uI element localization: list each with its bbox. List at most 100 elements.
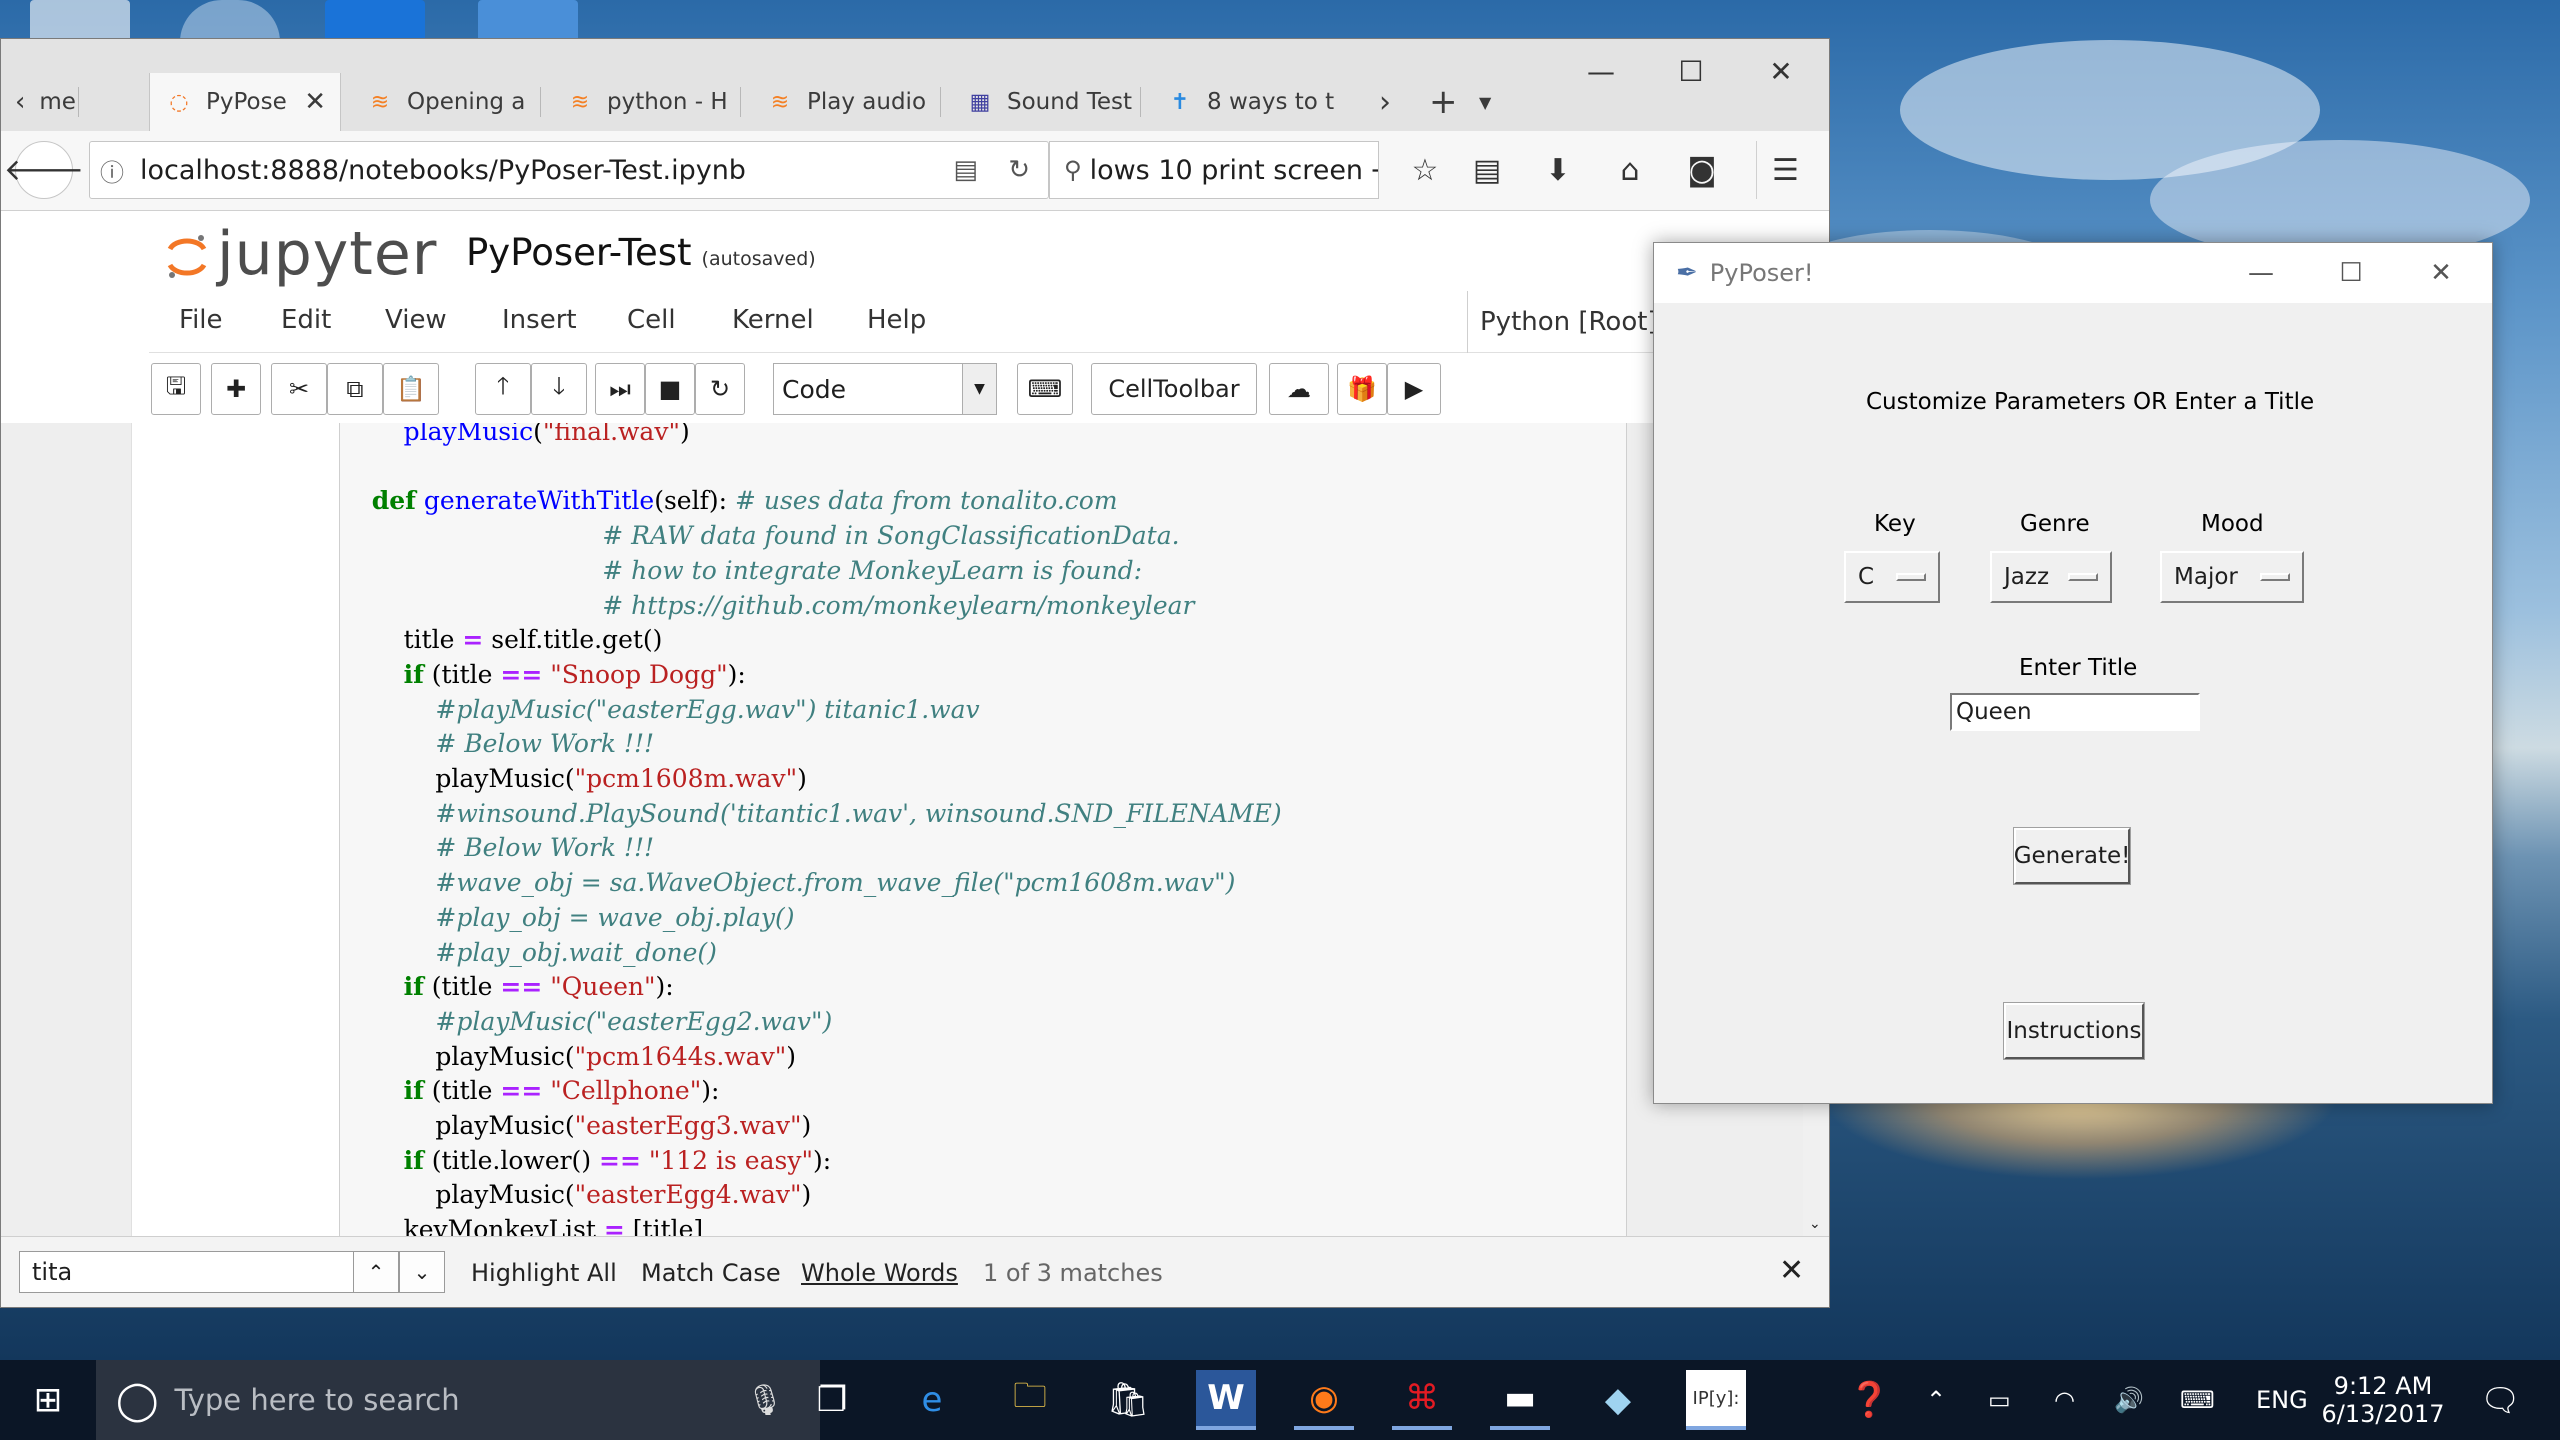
find-next-button[interactable]: ⌄	[399, 1251, 445, 1293]
cut-button[interactable]: ✂	[271, 363, 327, 415]
go-arrow-icon[interactable]: →	[1371, 155, 1378, 186]
insert-cell-button[interactable]: ✚	[211, 363, 261, 415]
tab-python[interactable]: ≋ python - H	[551, 73, 741, 131]
close-find-button[interactable]: ✕	[1779, 1253, 1804, 1288]
tab-play-audio[interactable]: ≋ Play audio	[751, 73, 941, 131]
menu-insert[interactable]: Insert	[502, 305, 577, 335]
run-button[interactable]: ⏭	[595, 363, 645, 415]
key-select[interactable]: C	[1844, 551, 1940, 603]
menu-kernel[interactable]: Kernel	[732, 305, 814, 335]
command-palette-button[interactable]: ⌨	[1017, 363, 1073, 415]
desktop-app-icon[interactable]	[180, 0, 280, 42]
code-cell[interactable]: playMusic("final.wav") def generateWithT…	[131, 423, 1627, 1236]
home-button[interactable]: ⌂	[1601, 141, 1659, 199]
file-explorer-icon[interactable]: 🗀	[1000, 1370, 1060, 1430]
gift-button[interactable]: 🎁	[1337, 363, 1387, 415]
code-line[interactable]: # RAW data found in SongClassificationDa…	[340, 519, 1179, 553]
code-line[interactable]: def generateWithTitle(self): # uses data…	[340, 484, 1118, 518]
find-previous-button[interactable]: ⌃	[353, 1251, 399, 1293]
celltoolbar-button[interactable]: CellToolbar	[1091, 363, 1257, 415]
match-case-button[interactable]: Match Case	[641, 1259, 781, 1287]
jupyter-logo[interactable]: jupyter	[161, 219, 437, 289]
language-indicator[interactable]: ENG	[2256, 1360, 2308, 1440]
code-line[interactable]: title = self.title.get()	[340, 623, 663, 657]
cell-type-select[interactable]: Code ▼	[773, 363, 997, 415]
downloads-button[interactable]: ⬇	[1529, 141, 1587, 199]
volume-icon[interactable]: 🔊	[2114, 1360, 2144, 1440]
menu-file[interactable]: File	[179, 305, 223, 335]
taskbar-search[interactable]: ◯ Type here to search 🎙	[96, 1360, 820, 1440]
code-line[interactable]: if (title == "Snoop Dogg"):	[340, 658, 746, 692]
back-button[interactable]: 🡐	[4, 141, 84, 199]
word-icon[interactable]: W	[1196, 1370, 1256, 1430]
move-up-button[interactable]: 🡑	[475, 363, 531, 415]
help-icon[interactable]: ❓	[1848, 1360, 1890, 1440]
code-line[interactable]: #play_obj.wait_done()	[340, 936, 717, 970]
code-line[interactable]: playMusic("pcm1608m.wav")	[340, 762, 807, 796]
code-line[interactable]: if (title == "Cellphone"):	[340, 1074, 720, 1108]
copy-button[interactable]: ⧉	[327, 363, 383, 415]
genre-select[interactable]: Jazz	[1990, 551, 2112, 603]
chevron-down-icon[interactable]: ⌄	[1809, 1216, 1821, 1232]
clock[interactable]: 9:12 AM 6/13/2017	[2318, 1360, 2448, 1440]
minimize-button[interactable]: —	[1556, 45, 1646, 97]
reload-icon[interactable]: ↻	[1008, 155, 1030, 185]
cloud-upload-button[interactable]: ☁	[1269, 363, 1329, 415]
notebook-title[interactable]: PyPoser-Test (autosaved)	[466, 231, 816, 274]
bookmark-star-button[interactable]: ☆	[1396, 141, 1454, 199]
tab-scroll-forward[interactable]: ›	[1371, 73, 1411, 131]
code-line[interactable]: #winsound.PlaySound('titantic1.wav', win…	[340, 797, 1281, 831]
code-line[interactable]: #wave_obj = sa.WaveObject.from_wave_file…	[340, 866, 1235, 900]
action-center-icon[interactable]: 🗨	[2480, 1360, 2521, 1440]
tab-8-ways[interactable]: ✝ 8 ways to t	[1151, 73, 1341, 131]
edge-icon[interactable]: e	[902, 1370, 962, 1430]
start-button[interactable]: ⊞	[18, 1370, 78, 1430]
code-line[interactable]: #playMusic("easterEgg2.wav")	[340, 1005, 832, 1039]
notebook-title-text[interactable]: PyPoser-Test	[466, 231, 692, 274]
tab-scroll-back[interactable]: ‹ me	[1, 73, 79, 131]
instructions-button[interactable]: Instructions	[2003, 1002, 2145, 1060]
menu-help[interactable]: Help	[867, 305, 926, 335]
code-line[interactable]: # Below Work !!!	[340, 727, 654, 761]
code-line[interactable]: # how to integrate MonkeyLearn is found:	[340, 554, 1142, 588]
maximize-button[interactable]: ☐	[1646, 45, 1736, 97]
maximize-button[interactable]: ☐	[2306, 243, 2396, 303]
menu-view[interactable]: View	[385, 305, 447, 335]
generate-button[interactable]: Generate!	[2013, 827, 2131, 885]
app-icon[interactable]: ◆	[1588, 1370, 1648, 1430]
menu-button[interactable]: ☰	[1756, 141, 1814, 199]
code-line[interactable]: #playMusic("easterEgg.wav") titanic1.wav	[340, 693, 979, 727]
code-line[interactable]: playMusic("final.wav")	[340, 423, 690, 449]
dropbox-icon[interactable]	[325, 0, 425, 42]
keyboard-icon[interactable]: ⌨	[2180, 1360, 2215, 1440]
save-button[interactable]: 🖫	[151, 363, 201, 415]
find-input[interactable]: tita	[19, 1251, 355, 1293]
title-input[interactable]: Queen	[1950, 693, 2200, 731]
tab-list-button[interactable]: ▼	[1471, 73, 1511, 131]
reader-view-icon[interactable]: ▤	[953, 155, 978, 185]
pocket-button[interactable]: ◙	[1673, 141, 1731, 199]
code-line[interactable]: #play_obj = wave_obj.play()	[340, 901, 794, 935]
menu-cell[interactable]: Cell	[627, 305, 676, 335]
interrupt-button[interactable]: ■	[645, 363, 695, 415]
code-line[interactable]: playMusic("easterEgg3.wav")	[340, 1109, 811, 1143]
code-editor[interactable]: playMusic("final.wav") def generateWithT…	[339, 423, 1627, 1236]
chevron-up-icon[interactable]: ⌃	[1926, 1360, 1946, 1440]
move-down-button[interactable]: 🡓	[531, 363, 587, 415]
code-line[interactable]: if (title.lower() == "112 is easy"):	[340, 1144, 832, 1178]
whole-words-button[interactable]: Whole Words	[801, 1259, 958, 1287]
code-line[interactable]: # https://github.com/monkeylearn/monkeyl…	[340, 589, 1194, 623]
library-button[interactable]: ▤	[1458, 141, 1516, 199]
code-line[interactable]: keyMonkeyList = [title]	[340, 1213, 704, 1236]
battery-icon[interactable]: ▭	[1988, 1360, 2011, 1440]
paste-button[interactable]: 📋	[383, 363, 439, 415]
close-window-button[interactable]: ✕	[2396, 243, 2486, 303]
firefox-icon[interactable]: ◉	[1294, 1370, 1354, 1430]
code-line[interactable]: playMusic("pcm1644s.wav")	[340, 1040, 796, 1074]
code-line[interactable]: if (title == "Queen"):	[340, 970, 674, 1004]
url-bar[interactable]: ⓘ localhost:8888/notebooks/PyPoser-Test.…	[89, 141, 1049, 199]
terminal-icon[interactable]: ▬	[1490, 1370, 1550, 1430]
highlight-all-button[interactable]: Highlight All	[471, 1259, 617, 1287]
code-line[interactable]: # Below Work !!!	[340, 831, 654, 865]
tab-opening[interactable]: ≋ Opening a	[351, 73, 541, 131]
